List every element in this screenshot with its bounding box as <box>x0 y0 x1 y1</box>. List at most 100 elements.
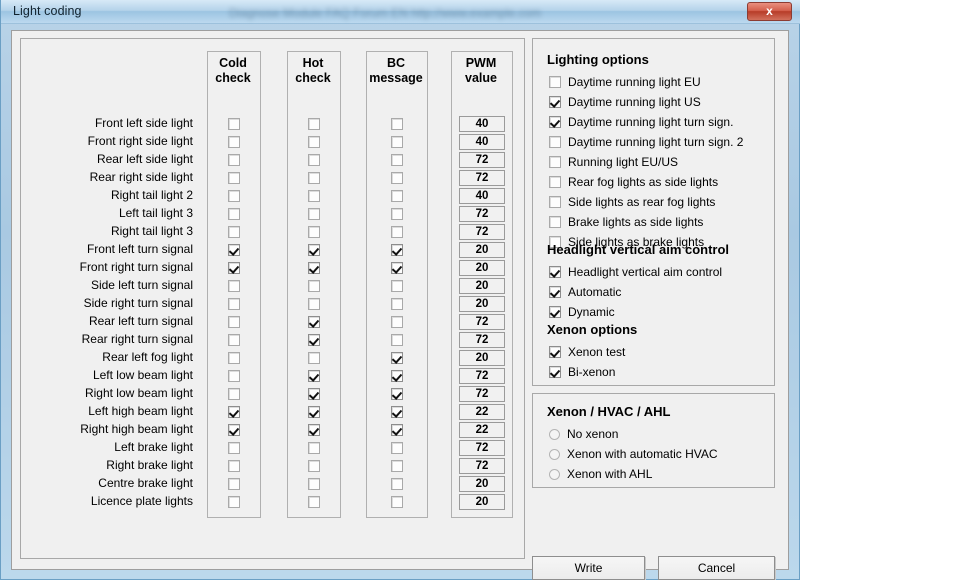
checkbox-cold[interactable] <box>228 136 240 148</box>
radio-button[interactable] <box>549 448 560 460</box>
close-icon[interactable]: x <box>747 2 792 21</box>
headlight-aim-item[interactable]: Automatic <box>549 282 722 302</box>
checkbox-cold[interactable] <box>228 226 240 238</box>
pwm-value-field[interactable]: 72 <box>459 332 505 348</box>
checkbox-hot[interactable] <box>308 478 320 490</box>
lighting-option-item[interactable]: Running light EU/US <box>549 152 743 172</box>
checkbox-bc[interactable] <box>391 262 403 274</box>
pwm-value-field[interactable]: 72 <box>459 314 505 330</box>
checkbox[interactable] <box>549 176 561 188</box>
lighting-option-item[interactable]: Brake lights as side lights <box>549 212 743 232</box>
checkbox-cold[interactable] <box>228 118 240 130</box>
checkbox-bc[interactable] <box>391 406 403 418</box>
checkbox-bc[interactable] <box>391 172 403 184</box>
checkbox[interactable] <box>549 266 561 278</box>
checkbox-cold[interactable] <box>228 154 240 166</box>
checkbox-bc[interactable] <box>391 244 403 256</box>
checkbox-cold[interactable] <box>228 208 240 220</box>
checkbox[interactable] <box>549 286 561 298</box>
pwm-value-field[interactable]: 72 <box>459 224 505 240</box>
checkbox-cold[interactable] <box>228 370 240 382</box>
xenon-hvac-ahl-radio-item[interactable]: Xenon with automatic HVAC <box>549 444 718 464</box>
checkbox-bc[interactable] <box>391 316 403 328</box>
pwm-value-field[interactable]: 20 <box>459 350 505 366</box>
checkbox-hot[interactable] <box>308 136 320 148</box>
checkbox-hot[interactable] <box>308 406 320 418</box>
checkbox-hot[interactable] <box>308 190 320 202</box>
checkbox-cold[interactable] <box>228 298 240 310</box>
headlight-aim-item[interactable]: Dynamic <box>549 302 722 322</box>
checkbox[interactable] <box>549 116 561 128</box>
checkbox-cold[interactable] <box>228 460 240 472</box>
checkbox-cold[interactable] <box>228 496 240 508</box>
checkbox-hot[interactable] <box>308 370 320 382</box>
checkbox-cold[interactable] <box>228 388 240 400</box>
checkbox[interactable] <box>549 366 561 378</box>
checkbox-bc[interactable] <box>391 136 403 148</box>
pwm-value-field[interactable]: 72 <box>459 170 505 186</box>
pwm-value-field[interactable]: 22 <box>459 422 505 438</box>
checkbox-hot[interactable] <box>308 496 320 508</box>
checkbox-bc[interactable] <box>391 298 403 310</box>
checkbox-hot[interactable] <box>308 334 320 346</box>
pwm-value-field[interactable]: 72 <box>459 368 505 384</box>
pwm-value-field[interactable]: 20 <box>459 260 505 276</box>
checkbox[interactable] <box>549 76 561 88</box>
lighting-option-item[interactable]: Daytime running light EU <box>549 72 743 92</box>
headlight-aim-item[interactable]: Headlight vertical aim control <box>549 262 722 282</box>
checkbox-bc[interactable] <box>391 226 403 238</box>
checkbox-cold[interactable] <box>228 352 240 364</box>
checkbox-cold[interactable] <box>228 334 240 346</box>
pwm-value-field[interactable]: 22 <box>459 404 505 420</box>
checkbox[interactable] <box>549 196 561 208</box>
checkbox-bc[interactable] <box>391 460 403 472</box>
checkbox[interactable] <box>549 346 561 358</box>
checkbox-bc[interactable] <box>391 370 403 382</box>
xenon-option-item[interactable]: Bi-xenon <box>549 362 625 382</box>
cancel-button[interactable]: Cancel <box>658 556 775 580</box>
checkbox-hot[interactable] <box>308 352 320 364</box>
checkbox-hot[interactable] <box>308 262 320 274</box>
xenon-hvac-ahl-radio-item[interactable]: No xenon <box>549 424 718 444</box>
checkbox[interactable] <box>549 96 561 108</box>
pwm-value-field[interactable]: 72 <box>459 458 505 474</box>
checkbox-hot[interactable] <box>308 280 320 292</box>
checkbox-hot[interactable] <box>308 172 320 184</box>
lighting-option-item[interactable]: Daytime running light turn sign. 2 <box>549 132 743 152</box>
pwm-value-field[interactable]: 20 <box>459 494 505 510</box>
checkbox-hot[interactable] <box>308 118 320 130</box>
checkbox-hot[interactable] <box>308 226 320 238</box>
lighting-option-item[interactable]: Rear fog lights as side lights <box>549 172 743 192</box>
checkbox[interactable] <box>549 136 561 148</box>
pwm-value-field[interactable]: 72 <box>459 152 505 168</box>
checkbox-hot[interactable] <box>308 244 320 256</box>
pwm-value-field[interactable]: 72 <box>459 206 505 222</box>
checkbox-cold[interactable] <box>228 424 240 436</box>
checkbox-cold[interactable] <box>228 190 240 202</box>
xenon-option-item[interactable]: Xenon test <box>549 342 625 362</box>
checkbox-bc[interactable] <box>391 190 403 202</box>
checkbox-hot[interactable] <box>308 208 320 220</box>
checkbox-bc[interactable] <box>391 352 403 364</box>
pwm-value-field[interactable]: 40 <box>459 116 505 132</box>
checkbox-bc[interactable] <box>391 496 403 508</box>
checkbox-bc[interactable] <box>391 442 403 454</box>
checkbox-hot[interactable] <box>308 298 320 310</box>
pwm-value-field[interactable]: 20 <box>459 476 505 492</box>
checkbox-bc[interactable] <box>391 154 403 166</box>
pwm-value-field[interactable]: 72 <box>459 386 505 402</box>
checkbox[interactable] <box>549 216 561 228</box>
pwm-value-field[interactable]: 72 <box>459 440 505 456</box>
checkbox-bc[interactable] <box>391 118 403 130</box>
write-button[interactable]: Write <box>532 556 645 580</box>
checkbox-hot[interactable] <box>308 316 320 328</box>
pwm-value-field[interactable]: 20 <box>459 278 505 294</box>
checkbox-cold[interactable] <box>228 316 240 328</box>
pwm-value-field[interactable]: 20 <box>459 242 505 258</box>
checkbox-bc[interactable] <box>391 424 403 436</box>
title-bar[interactable]: Diagnose Module FAQ Forum EN http://www.… <box>1 0 801 24</box>
checkbox-cold[interactable] <box>228 262 240 274</box>
pwm-value-field[interactable]: 40 <box>459 134 505 150</box>
checkbox-cold[interactable] <box>228 406 240 418</box>
checkbox-bc[interactable] <box>391 280 403 292</box>
